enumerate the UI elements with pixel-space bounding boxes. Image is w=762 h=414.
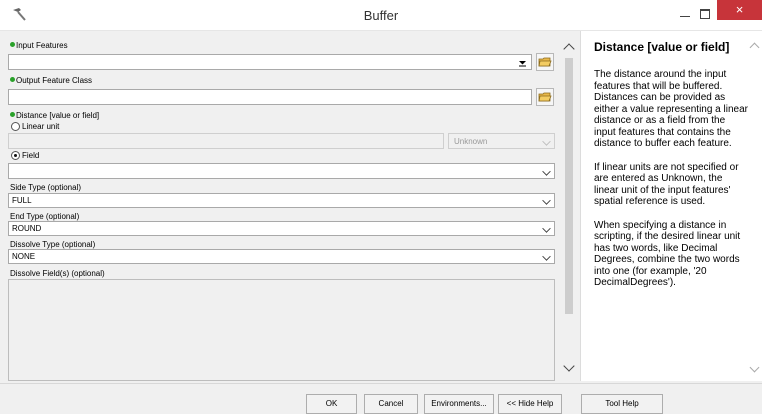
linear-unit-select[interactable]: Unknown	[448, 133, 555, 149]
linear-unit-radio[interactable]	[11, 122, 20, 131]
output-feature-class-browse-button[interactable]	[536, 88, 554, 106]
help-paragraph: The distance around the input features t…	[594, 69, 748, 149]
help-scroll-up-icon[interactable]	[750, 41, 758, 49]
help-body: The distance around the input features t…	[594, 69, 748, 301]
help-paragraph: When specifying a distance in scripting,…	[594, 219, 741, 289]
scroll-up-arrow-icon[interactable]	[562, 40, 576, 54]
help-scroll-down-icon[interactable]	[750, 364, 758, 372]
maximize-button[interactable]	[698, 6, 712, 20]
distance-label: Distance [value or field]	[16, 111, 100, 120]
parameters-panel: Input Features Output Feature Class Dist…	[7, 31, 562, 381]
chevron-down-icon	[542, 167, 551, 176]
help-paragraph: If linear units are not specified or are…	[594, 161, 739, 208]
folder-icon	[538, 92, 552, 102]
dropdown-arrow-icon	[519, 61, 526, 67]
chevron-down-icon	[542, 137, 551, 146]
input-features-dropdown[interactable]	[8, 54, 532, 70]
parameters-scrollbar[interactable]	[562, 40, 576, 380]
dissolve-fields-label: Dissolve Field(s) (optional)	[10, 269, 105, 278]
end-type-label: End Type (optional)	[10, 212, 80, 221]
linear-unit-label: Linear unit	[22, 122, 60, 131]
environments-button[interactable]: Environments...	[424, 394, 494, 414]
help-title: Distance [value or field]	[594, 40, 730, 54]
distance-field-select[interactable]	[8, 163, 555, 179]
field-radio[interactable]	[11, 151, 20, 160]
input-features-browse-button[interactable]	[536, 53, 554, 71]
dissolve-type-select[interactable]: NONE	[8, 249, 555, 264]
dissolve-fields-list[interactable]	[8, 279, 555, 381]
folder-icon	[538, 57, 552, 67]
output-feature-class-label: Output Feature Class	[16, 76, 93, 85]
close-button[interactable]: ×	[717, 0, 762, 20]
button-bar: OK Cancel Environments... << Hide Help T…	[0, 383, 762, 414]
field-radio-label: Field	[22, 151, 40, 160]
cancel-button[interactable]: Cancel	[364, 394, 418, 414]
scroll-down-arrow-icon[interactable]	[562, 362, 576, 376]
minimize-button[interactable]	[678, 6, 692, 20]
end-type-select[interactable]: ROUND	[8, 221, 555, 236]
title-bar: Buffer ×	[0, 0, 762, 31]
scroll-thumb[interactable]	[565, 58, 573, 314]
chevron-down-icon	[542, 252, 551, 261]
output-feature-class-input[interactable]	[8, 89, 532, 105]
help-panel: Distance [value or field] The distance a…	[580, 31, 762, 381]
hide-help-button[interactable]: << Hide Help	[498, 394, 562, 414]
tool-help-button[interactable]: Tool Help	[581, 394, 663, 414]
side-type-label: Side Type (optional)	[10, 183, 82, 192]
chevron-down-icon	[542, 224, 551, 233]
required-dot-icon	[10, 42, 15, 47]
dissolve-type-label: Dissolve Type (optional)	[10, 240, 96, 249]
ok-button[interactable]: OK	[306, 394, 357, 414]
buffer-dialog: Buffer × Input Features Output Feature C…	[0, 0, 762, 414]
side-type-select[interactable]: FULL	[8, 193, 555, 208]
required-dot-icon	[10, 112, 15, 117]
window-title: Buffer	[363, 8, 399, 23]
required-dot-icon	[10, 77, 15, 82]
input-features-label: Input Features	[16, 41, 68, 50]
linear-unit-value-input[interactable]	[8, 133, 444, 149]
chevron-down-icon	[542, 196, 551, 205]
